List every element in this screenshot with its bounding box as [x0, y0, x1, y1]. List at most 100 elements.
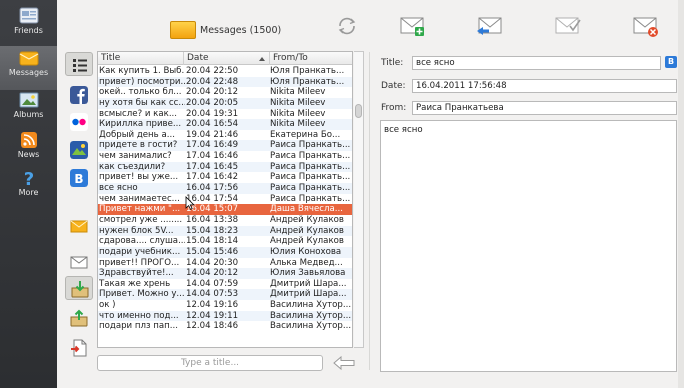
cell-date: 17.04 16:46: [186, 151, 239, 162]
flickr-icon: [70, 113, 88, 131]
rss-icon: [20, 132, 37, 148]
table-row[interactable]: привет! вы уже... 17.04 16:42 Раиса Пранка…: [98, 172, 352, 184]
received-messages-button[interactable]: [65, 276, 93, 300]
tray-upload-icon: [70, 309, 88, 327]
read-messages-button[interactable]: [65, 250, 93, 274]
vkontakte-button[interactable]: B: [665, 56, 677, 68]
cell-from: Андрей Кулаков: [270, 225, 344, 236]
cell-date: 19.04 21:46: [186, 129, 239, 140]
cell-from: Раиса Пранкать...: [270, 172, 351, 183]
table-row[interactable]: Здравствуйте!... 14.04 20:12 Юлия Завьялов…: [98, 268, 352, 279]
table-scrollbar[interactable]: [354, 51, 364, 348]
from-field[interactable]: Раиса Пранкатьева: [412, 101, 677, 115]
cell-title: чем занимаетес...: [99, 193, 180, 204]
nav-friends-label: Friends: [14, 26, 43, 35]
left-navigation: Friends Messages Albums News ? More: [0, 0, 57, 388]
table-row[interactable]: Добрый день а... 19.04 21:46 Екатерина Бо.…: [98, 129, 352, 141]
delete-message-icon[interactable]: [631, 14, 661, 38]
reply-message-icon[interactable]: [475, 14, 505, 38]
table-row[interactable]: что именно под... 12.04 19:11 Василина Хут…: [98, 310, 352, 322]
table-row[interactable]: ну хотя бы как сс... 20.04 20:05 Nikita Mi…: [98, 97, 352, 109]
cell-title: привет) посмотри...: [99, 76, 185, 87]
table-header: Title Date From/To: [98, 52, 352, 65]
cell-title: нужен блок 5V...: [99, 225, 174, 236]
cell-title: Здравствуйте!...: [99, 268, 174, 279]
nav-more-label: More: [18, 188, 39, 197]
table-row[interactable]: все ясно 16.04 17:56 Раиса Пранкать...: [98, 183, 352, 194]
table-row[interactable]: Такая же хрень 14.04 07:59 Дмитрий Шара...: [98, 278, 352, 290]
table-row[interactable]: смотрел уже ........ 16.04 13:38 Андрей Ку…: [98, 214, 352, 226]
table-row[interactable]: подари учебник... 15.04 15:46 Юлия Конохов…: [98, 246, 352, 258]
cell-from: Юлия Конохова: [270, 246, 342, 257]
title-field[interactable]: все ясно: [412, 56, 661, 70]
sort-ascending-icon: [259, 57, 265, 61]
cell-date: 17.04 16:49: [186, 140, 239, 151]
cell-date: 14.04 07:53: [186, 289, 239, 300]
cell-title: привет!! ПРОГО...: [99, 257, 180, 268]
cell-from: Nikita Mileev: [270, 87, 326, 98]
inbox-button[interactable]: [65, 214, 93, 238]
table-row[interactable]: Привет нажми "... 16.04 15:07 Даша Вячесла…: [98, 204, 352, 215]
table-row[interactable]: сдарова.... слуша... 15.04 18:14 Андрей Ку…: [98, 236, 352, 247]
cell-date: 16.04 17:56: [186, 183, 239, 194]
table-row[interactable]: ок ) 12.04 19:16 Василина Хутор...: [98, 300, 352, 311]
column-header-from-to[interactable]: From/To: [270, 52, 352, 65]
window-right-edge: [678, 0, 684, 388]
table-row[interactable]: Привет. Можно у... 14.04 07:53 Дмитрий Шар…: [98, 289, 352, 301]
main-window: Messages (1500) B Title Date From/To Как…: [57, 0, 684, 388]
scrollbar-thumb[interactable]: [355, 104, 362, 118]
cell-from: Андрей Кулаков: [270, 236, 344, 247]
arrow-left-icon[interactable]: [332, 355, 356, 371]
message-body[interactable]: все ясно: [380, 120, 677, 372]
vkontakte-source-button[interactable]: B: [65, 166, 93, 190]
title-label: Title:: [381, 58, 404, 68]
cell-from: Василина Хутор...: [270, 300, 352, 311]
cell-date: 12.04 19:11: [186, 310, 239, 321]
column-header-title[interactable]: Title: [98, 52, 184, 65]
cell-date: 14.04 07:59: [186, 278, 239, 289]
cell-date: 17.04 16:45: [186, 161, 239, 172]
table-row[interactable]: нужен блок 5V... 15.04 18:23 Андрей Кулако…: [98, 225, 352, 237]
export-button[interactable]: [65, 336, 93, 360]
inbox-envelope-icon: [70, 220, 88, 233]
table-row[interactable]: всмысле? и как... 20.04 19:31 Nikita Milee…: [98, 108, 352, 120]
tray-download-icon: [71, 281, 89, 298]
nav-friends[interactable]: Friends: [0, 4, 57, 48]
table-row[interactable]: придете в гости? 17.04 16:49 Раиса Пранкат…: [98, 140, 352, 152]
cell-title: что именно под...: [99, 310, 179, 321]
table-row[interactable]: подари плз пап... 12.04 18:46 Василина Хут…: [98, 321, 352, 333]
new-message-icon[interactable]: [398, 14, 428, 38]
flickr-source-button[interactable]: [65, 110, 93, 134]
cell-date: 20.04 19:31: [186, 108, 239, 119]
mark-read-icon[interactable]: [553, 14, 583, 38]
nav-messages[interactable]: Messages: [0, 46, 57, 90]
cell-title: подари учебник...: [99, 246, 181, 257]
cell-date: 15.04 15:46: [186, 246, 239, 257]
nav-messages-label: Messages: [8, 68, 49, 77]
nav-more[interactable]: ? More: [0, 166, 57, 210]
svg-text:?: ?: [23, 169, 33, 187]
picasa-source-button[interactable]: [65, 138, 93, 162]
table-row[interactable]: окей.. только бл... 20.04 20:12 Nikita Mil…: [98, 87, 352, 98]
table-row[interactable]: Кириллка приве... 20.04 16:54 Nikita Milee…: [98, 119, 352, 130]
refresh-icon[interactable]: [332, 14, 362, 38]
table-row[interactable]: как съездили? 17.04 16:45 Раиса Пранкать..…: [98, 161, 352, 173]
facebook-source-button[interactable]: [65, 83, 93, 107]
cell-date: 20.04 16:54: [186, 119, 239, 130]
message-rows: Как купить 1. Выб... 20.04 22:50 Юля Пранк…: [98, 66, 352, 333]
sent-messages-button[interactable]: [65, 306, 93, 330]
title-input[interactable]: Type a title...: [97, 355, 323, 371]
cell-title: Как купить 1. Выб...: [99, 66, 185, 76]
nav-albums[interactable]: Albums: [0, 88, 57, 132]
cell-from: Раиса Пранкать...: [270, 193, 351, 204]
table-row[interactable]: привет) посмотри... 20.04 22:48 Юля Пранка…: [98, 76, 352, 88]
date-field[interactable]: 16.04.2011 17:56:48: [412, 79, 677, 93]
table-row[interactable]: привет!! ПРОГО... 14.04 20:30 Алька Медвед…: [98, 257, 352, 269]
all-sources-button[interactable]: [65, 52, 93, 76]
table-row[interactable]: чем занималис? 17.04 16:46 Раиса Пранкать.…: [98, 151, 352, 162]
table-row[interactable]: Как купить 1. Выб... 20.04 22:50 Юля Пранк…: [98, 66, 352, 77]
cell-title: всмысле? и как...: [99, 108, 178, 119]
cell-from: Nikita Mileev: [270, 97, 326, 108]
table-row[interactable]: чем занимаетес... 16.04 17:54 Раиса Пранка…: [98, 193, 352, 205]
cell-from: Раиса Пранкать...: [270, 151, 351, 162]
